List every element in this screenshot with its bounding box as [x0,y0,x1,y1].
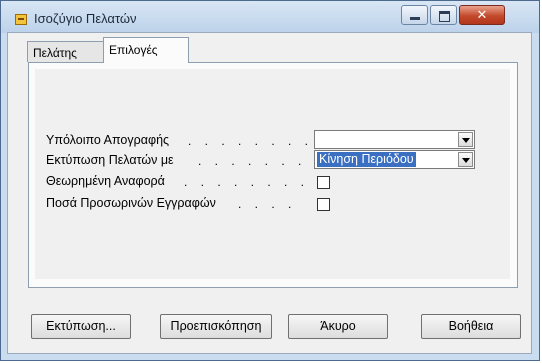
window-title: Ισοζύγιο Πελατών [34,11,137,26]
print-customers-with-value: Κίνηση Περιόδου [317,152,416,167]
minimize-button[interactable] [401,5,428,25]
temporary-entries-checkbox[interactable] [317,198,330,211]
theoretical-report-checkbox[interactable] [317,176,330,189]
maximize-button[interactable] [430,5,457,25]
cancel-button[interactable]: Άκυρο [288,314,388,339]
app-icon [15,14,27,25]
inventory-balance-select[interactable] [314,130,475,149]
chevron-down-icon[interactable] [458,152,473,167]
help-button[interactable]: Βοήθεια [421,314,521,339]
label-temporary-entries: Ποσά Προσωρινών Εγγραφών [46,196,216,210]
close-button[interactable]: ✕ [459,5,505,25]
label-print-customers-with: Εκτύπωση Πελατών με [46,153,174,167]
tab-options[interactable]: Επιλογές [103,37,189,63]
title-bar[interactable]: Ισοζύγιο Πελατών ✕ [1,1,539,33]
preview-button[interactable]: Προεπισκόπηση [160,314,272,339]
minimize-icon [410,17,420,20]
leader-dots: . . . . [238,197,297,211]
maximize-icon [439,11,450,22]
chevron-down-icon[interactable] [458,132,473,147]
leader-dots: . . . . . . . . . [184,175,326,189]
label-theoretical-report: Θεωρημένη Αναφορά [46,174,165,188]
label-inventory-balance: Υπόλοιπο Απογραφής [46,133,170,147]
print-customers-with-select[interactable]: Κίνηση Περιόδου [314,150,475,169]
print-button[interactable]: Εκτύπωση... [31,314,131,339]
close-icon: ✕ [476,7,488,22]
tab-customer[interactable]: Πελάτης [27,41,109,62]
leader-dots: . . . . . . . . . [188,134,330,148]
